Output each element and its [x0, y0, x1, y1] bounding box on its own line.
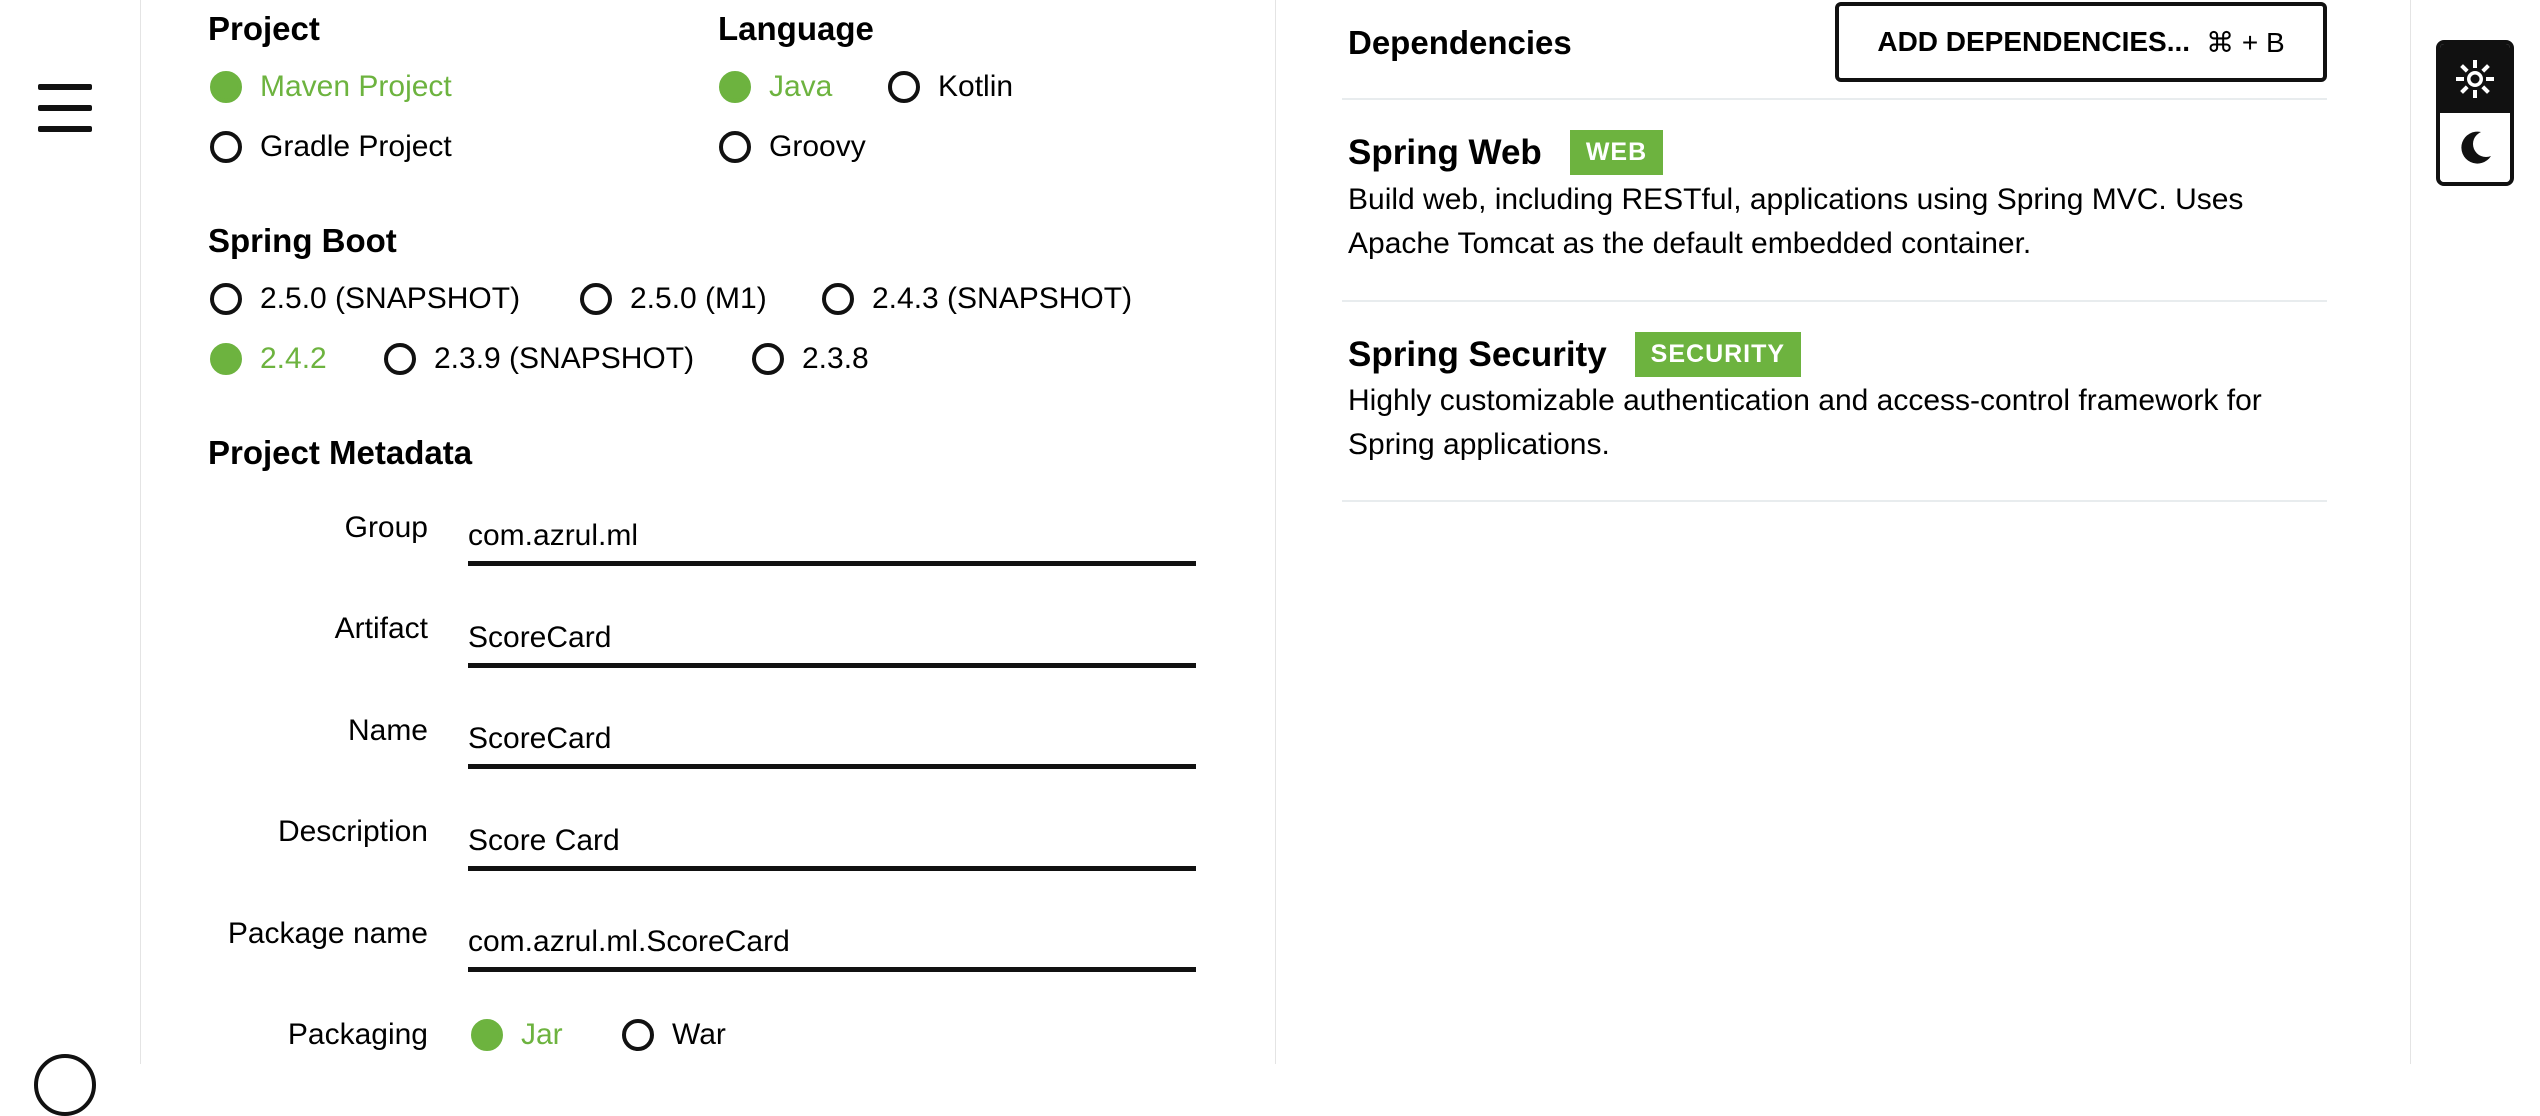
radio-label: 2.3.9 (SNAPSHOT)	[434, 342, 695, 375]
artifact-input[interactable]	[468, 612, 1196, 668]
radio-groovy[interactable]: Groovy	[719, 131, 866, 163]
radio-maven-project[interactable]: Maven Project	[210, 71, 452, 103]
radio-kotlin[interactable]: Kotlin	[888, 71, 1013, 103]
github-icon[interactable]	[34, 1054, 96, 1116]
radio-label: 2.4.3 (SNAPSHOT)	[872, 282, 1133, 315]
radio-boot-2-3-9-snapshot[interactable]: 2.3.9 (SNAPSHOT)	[384, 343, 694, 375]
light-theme-button[interactable]	[2440, 44, 2510, 113]
name-label: Name	[347, 714, 428, 747]
description-label: Description	[277, 815, 428, 848]
radio-label: Java	[769, 70, 833, 103]
project-metadata-heading: Project Metadata	[208, 434, 473, 471]
dependencies-heading: Dependencies	[1348, 24, 1572, 61]
radio-label: 2.5.0 (SNAPSHOT)	[260, 282, 521, 315]
center-divider	[1275, 0, 1276, 1064]
artifact-label: Artifact	[334, 612, 428, 645]
radio-dot	[622, 1019, 654, 1051]
radio-dot	[752, 343, 784, 375]
radio-boot-2-4-2[interactable]: 2.4.2	[210, 343, 327, 375]
radio-label: 2.5.0 (M1)	[630, 282, 767, 315]
radio-dot	[888, 71, 920, 103]
moon-icon	[2461, 131, 2491, 164]
radio-gradle-project[interactable]: Gradle Project	[210, 131, 452, 163]
radio-label: 2.3.8	[802, 342, 869, 375]
radio-dot	[210, 283, 242, 315]
add-dependencies-label: ADD DEPENDENCIES...	[1877, 26, 2191, 57]
group-label: Group	[344, 511, 428, 544]
radio-label: War	[672, 1018, 726, 1051]
radio-dot	[210, 343, 242, 375]
packaging-label: Packaging	[287, 1018, 428, 1051]
radio-dot	[822, 283, 854, 315]
theme-switcher	[2436, 40, 2514, 186]
radio-label: Maven Project	[260, 70, 452, 103]
package-name-label: Package name	[227, 917, 428, 950]
language-heading: Language	[718, 10, 874, 47]
package-name-input[interactable]	[468, 916, 1196, 972]
right-divider	[2410, 0, 2411, 1064]
dependency-spring-security[interactable]: Spring Security SECURITY	[1348, 332, 1802, 377]
radio-boot-2-5-0-m1[interactable]: 2.5.0 (M1)	[580, 283, 767, 315]
menu-hamburger-icon[interactable]	[38, 84, 92, 132]
description-input[interactable]	[468, 815, 1196, 871]
radio-label: 2.4.2	[260, 342, 327, 375]
add-dependencies-button[interactable]: ADD DEPENDENCIES... ⌘ + B	[1835, 2, 2327, 82]
name-input[interactable]	[468, 713, 1196, 769]
radio-boot-2-4-3-snapshot[interactable]: 2.4.3 (SNAPSHOT)	[822, 283, 1132, 315]
radio-dot	[210, 71, 242, 103]
radio-label: Groovy	[769, 130, 866, 163]
project-heading: Project	[208, 10, 320, 47]
keyboard-shortcut: ⌘ + B	[2206, 26, 2285, 58]
radio-label: Kotlin	[938, 70, 1014, 103]
dependency-badge: SECURITY	[1634, 332, 1802, 377]
dependency-title: Spring Web	[1348, 133, 1542, 172]
dependency-description: Highly customizable authentication and a…	[1348, 384, 2262, 461]
dependency-separator	[1342, 300, 2327, 302]
radio-label: Jar	[521, 1018, 563, 1051]
dependency-description: Build web, including RESTful, applicatio…	[1348, 183, 2244, 260]
radio-dot	[580, 283, 612, 315]
sun-icon	[2456, 59, 2494, 98]
dependency-badge: WEB	[1569, 130, 1664, 175]
radio-war[interactable]: War	[622, 1019, 726, 1051]
dependency-separator	[1342, 500, 2327, 502]
radio-boot-2-5-0-snapshot[interactable]: 2.5.0 (SNAPSHOT)	[210, 283, 520, 315]
radio-dot	[719, 71, 751, 103]
radio-boot-2-3-8[interactable]: 2.3.8	[752, 343, 869, 375]
dark-theme-button[interactable]	[2440, 113, 2510, 182]
radio-dot	[471, 1019, 503, 1051]
radio-java[interactable]: Java	[719, 71, 832, 103]
dependency-title: Spring Security	[1348, 335, 1607, 374]
radio-jar[interactable]: Jar	[471, 1019, 563, 1051]
dependencies-divider	[1342, 98, 2327, 100]
dependency-spring-web[interactable]: Spring Web WEB	[1348, 130, 1664, 175]
radio-dot	[210, 131, 242, 163]
left-divider	[140, 0, 141, 1064]
radio-dot	[384, 343, 416, 375]
spring-boot-heading: Spring Boot	[208, 222, 397, 259]
radio-dot	[719, 131, 751, 163]
radio-label: Gradle Project	[260, 130, 452, 163]
group-input[interactable]	[468, 510, 1196, 566]
